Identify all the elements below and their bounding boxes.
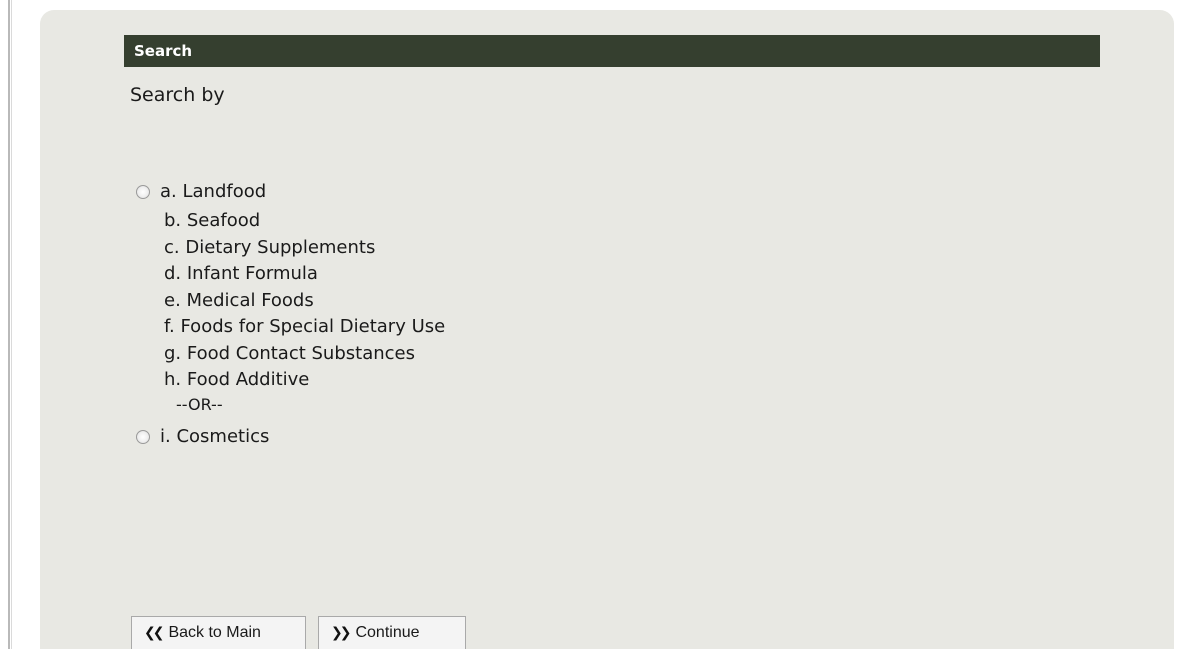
list-item: f. Foods for Special Dietary Use: [164, 316, 446, 337]
landfood-label[interactable]: a. Landfood: [160, 181, 266, 202]
list-item: d. Infant Formula: [164, 263, 318, 284]
list-item: g. Food Contact Substances: [164, 342, 415, 364]
landfood-subcategory-list: b. Seafood c. Dietary Supplements d. Inf…: [164, 208, 445, 394]
back-to-main-button[interactable]: ❮❮ Back to Main: [131, 616, 306, 649]
double-chevron-left-icon: ❮❮: [144, 625, 165, 641]
section-title: Search: [134, 42, 193, 60]
continue-label: Continue: [355, 624, 420, 641]
continue-button[interactable]: ❯❯ Continue: [318, 616, 466, 649]
left-border-inner: [11, 0, 12, 649]
option-cosmetics[interactable]: i. Cosmetics: [136, 426, 269, 447]
search-by-label: Search by: [130, 84, 225, 106]
list-item: h. Food Additive: [164, 369, 310, 390]
or-separator: --OR--: [176, 395, 223, 414]
double-chevron-right-icon: ❯❯: [331, 625, 352, 641]
page: Search Search by a. Landfood b. Seafood …: [0, 0, 1194, 649]
option-landfood[interactable]: a. Landfood: [136, 181, 266, 202]
list-item: b. Seafood: [164, 210, 261, 231]
list-item: c. Dietary Supplements: [164, 236, 376, 258]
section-header: Search: [124, 35, 1100, 67]
cosmetics-radio[interactable]: [136, 430, 150, 444]
landfood-radio[interactable]: [136, 185, 150, 199]
cosmetics-label[interactable]: i. Cosmetics: [160, 426, 269, 447]
back-to-main-label: Back to Main: [168, 624, 261, 641]
left-border: [8, 0, 10, 649]
list-item: e. Medical Foods: [164, 289, 314, 311]
